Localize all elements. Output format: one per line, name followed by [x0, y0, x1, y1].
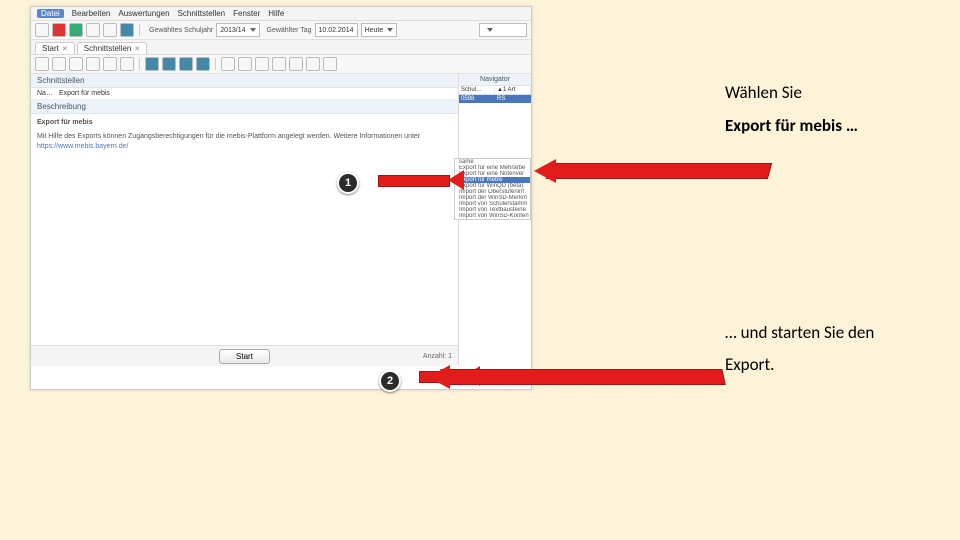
- menu-hilfe[interactable]: Hilfe: [268, 9, 284, 18]
- tb-icon[interactable]: [69, 57, 83, 71]
- toolbar-2: [31, 55, 531, 74]
- tb-icon[interactable]: [35, 23, 49, 37]
- tb-icon[interactable]: [52, 57, 66, 71]
- separator: [139, 24, 140, 36]
- tab-schnittstellen[interactable]: Schnittstellen✕: [77, 42, 147, 54]
- schuljahr-select[interactable]: 2013/14: [216, 23, 259, 37]
- description: Export für mebis Mit Hilfe des Exports k…: [31, 114, 458, 155]
- annotation-line-2: Export für mebis …: [725, 115, 858, 136]
- tb-icon[interactable]: [35, 57, 49, 71]
- col-value: Export für mebis: [59, 90, 110, 97]
- separator: [139, 58, 140, 70]
- tb-icon[interactable]: [103, 23, 117, 37]
- tb-icon[interactable]: [306, 57, 320, 71]
- menu-bearbeiten[interactable]: Bearbeiten: [72, 9, 111, 18]
- list-header-row: Na… Export für mebis: [31, 88, 458, 100]
- annotation-line-3: … und starten Sie den: [725, 322, 874, 343]
- content-area: Schnittstellen Na… Export für mebis Besc…: [31, 74, 531, 366]
- nav-columns: Schul… ▲1 Art: [459, 86, 531, 95]
- tb-nav-next-icon[interactable]: [179, 57, 193, 71]
- close-icon[interactable]: ✕: [134, 45, 140, 53]
- tb-icon[interactable]: [120, 23, 134, 37]
- col-na: Na…: [37, 90, 53, 97]
- tb-icon[interactable]: [69, 23, 83, 37]
- desc-body: Mit Hilfe des Exports können Zugangsbere…: [37, 133, 420, 140]
- tb-icon[interactable]: [52, 23, 66, 37]
- tb-icon[interactable]: [323, 57, 337, 71]
- tb-icon[interactable]: [86, 57, 100, 71]
- tabbar: Start✕ Schnittstellen✕: [31, 40, 531, 55]
- schuljahr-label: Gewähltes Schuljahr: [149, 27, 213, 34]
- desc-link[interactable]: https://www.mebis.bayern.de/: [37, 143, 128, 150]
- chevron-down-icon: [250, 28, 256, 32]
- start-row: Start Anzahl: 1: [31, 345, 458, 366]
- annotation-line-4: Export.: [725, 354, 774, 375]
- menu-datei[interactable]: Datei: [37, 9, 64, 18]
- tb-nav-last-icon[interactable]: [196, 57, 210, 71]
- empty-select[interactable]: [479, 23, 527, 37]
- step-badge-2: 2: [379, 370, 401, 392]
- toolbar-1: Gewähltes Schuljahr 2013/14 Gewählter Ta…: [31, 21, 531, 40]
- start-button[interactable]: Start: [219, 349, 270, 364]
- annotation-line-1: Wählen Sie: [725, 82, 802, 103]
- chevron-down-icon: [387, 28, 393, 32]
- menu-fenster[interactable]: Fenster: [233, 9, 260, 18]
- tab-start[interactable]: Start✕: [35, 42, 75, 54]
- menu-auswertungen[interactable]: Auswertungen: [118, 9, 169, 18]
- tb-icon[interactable]: [120, 57, 134, 71]
- names-list-panel: sameExport für eine MehrarbeExport für e…: [454, 158, 531, 220]
- count-label: Anzahl: 1: [423, 353, 452, 360]
- nav-col-2[interactable]: ▲1 Art: [495, 86, 531, 94]
- menubar[interactable]: Datei Bearbeiten Auswertungen Schnittste…: [31, 7, 531, 21]
- step-badge-1: 1: [337, 172, 359, 194]
- nav-blank: [459, 103, 531, 366]
- tb-nav-first-icon[interactable]: [145, 57, 159, 71]
- tb-nav-prev-icon[interactable]: [162, 57, 176, 71]
- tb-icon[interactable]: [238, 57, 252, 71]
- navigator-panel: Navigator Schul… ▲1 Art 0598 RS: [459, 74, 531, 366]
- left-panel: Schnittstellen Na… Export für mebis Besc…: [31, 74, 459, 366]
- nav-row-selected[interactable]: 0598 RS: [459, 95, 531, 103]
- nav-col-1[interactable]: Schul…: [459, 86, 495, 94]
- tb-icon[interactable]: [103, 57, 117, 71]
- separator: [215, 58, 216, 70]
- tb-icon[interactable]: [289, 57, 303, 71]
- tb-icon[interactable]: [221, 57, 235, 71]
- menu-schnittstellen[interactable]: Schnittstellen: [178, 9, 226, 18]
- section-header: Schnittstellen: [31, 74, 458, 88]
- chevron-down-icon: [487, 28, 493, 32]
- heute-select[interactable]: Heute: [361, 23, 398, 37]
- tb-icon[interactable]: [272, 57, 286, 71]
- tag-input[interactable]: 10.02.2014: [315, 23, 358, 37]
- tb-icon[interactable]: [86, 23, 100, 37]
- desc-header: Beschreibung: [31, 100, 458, 114]
- close-icon[interactable]: ✕: [62, 45, 68, 53]
- tb-icon[interactable]: [255, 57, 269, 71]
- desc-title: Export für mebis: [37, 118, 452, 128]
- navigator-header: Navigator: [459, 74, 531, 86]
- list-item[interactable]: Import von WinSD-Konten: [455, 213, 530, 219]
- tag-label: Gewählter Tag: [267, 27, 312, 34]
